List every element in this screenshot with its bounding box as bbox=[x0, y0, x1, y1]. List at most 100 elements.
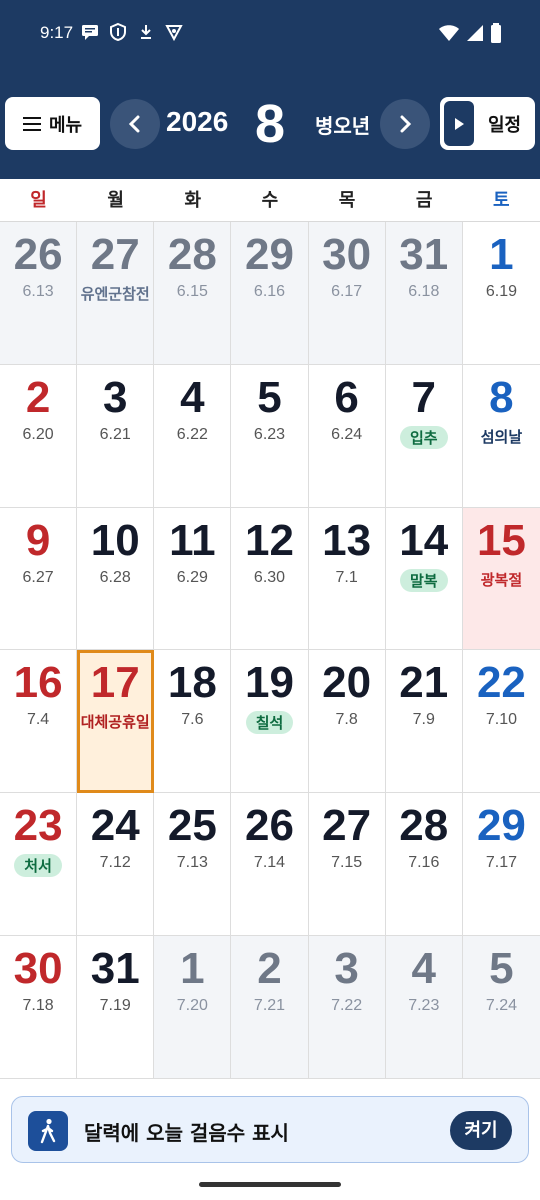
lunar-date: 6.17 bbox=[331, 283, 363, 300]
lunar-date: 7.1 bbox=[335, 568, 358, 586]
weekday-thu: 목 bbox=[338, 190, 356, 211]
prev-month-button[interactable] bbox=[110, 99, 160, 149]
day-cell[interactable]: 18 7.6 bbox=[154, 650, 232, 794]
lunar-date: 7.24 bbox=[485, 997, 517, 1015]
lunar-date: 7.21 bbox=[253, 997, 286, 1015]
schedule-toggle-button[interactable]: 일정 bbox=[440, 97, 535, 150]
day-number: 27 bbox=[90, 230, 140, 279]
day-cell[interactable]: 29 7.17 bbox=[462, 793, 540, 937]
lunar-date: 7.18 bbox=[22, 997, 54, 1015]
day-number: 19 bbox=[245, 658, 294, 708]
day-number: 18 bbox=[167, 658, 217, 708]
day-cell[interactable]: 28 7.16 bbox=[385, 793, 463, 937]
day-cell[interactable]: 27 유엔군참전 bbox=[77, 222, 155, 365]
day-cell[interactable]: 6 6.24 bbox=[308, 364, 386, 508]
day-cell[interactable]: 3 7.22 bbox=[308, 936, 386, 1079]
day-cell[interactable]: 22 7.10 bbox=[462, 650, 540, 794]
day-cell[interactable]: 21 7.9 bbox=[385, 650, 463, 794]
ganji-label: 병오년 bbox=[315, 114, 371, 138]
lunar-date: 6.15 bbox=[176, 283, 208, 300]
menu-label: 메뉴 bbox=[48, 114, 83, 136]
weekday-sat: 토 bbox=[493, 190, 510, 211]
day-cell[interactable]: 26 7.14 bbox=[231, 793, 309, 937]
day-cell[interactable]: 8 섬의날 bbox=[462, 365, 540, 508]
day-number: 26 bbox=[245, 801, 294, 851]
day-cell[interactable]: 3 6.21 bbox=[77, 364, 155, 508]
day-cell[interactable]: 1 6.19 bbox=[462, 222, 540, 365]
day-cell[interactable]: 11 6.29 bbox=[154, 507, 232, 651]
vpn-icon bbox=[164, 22, 184, 42]
day-cell[interactable]: 27 7.15 bbox=[308, 793, 386, 937]
day-cell[interactable]: 23 처서 bbox=[0, 793, 78, 937]
day-cell[interactable]: 9 6.27 bbox=[0, 507, 78, 651]
day-number: 30 bbox=[13, 944, 63, 994]
day-cell-today[interactable]: 17 대체공휴일 bbox=[77, 650, 155, 794]
day-number: 13 bbox=[322, 515, 372, 565]
next-month-button[interactable] bbox=[380, 99, 430, 149]
day-number: 17 bbox=[90, 658, 140, 708]
day-cell[interactable]: 2 6.20 bbox=[0, 364, 78, 508]
lunar-date: 6.19 bbox=[485, 283, 517, 300]
lunar-date: 6.22 bbox=[176, 425, 208, 443]
day-number: 9 bbox=[25, 515, 51, 565]
lunar-date: 6.27 bbox=[22, 568, 54, 586]
day-note: 유엔군참전 bbox=[80, 285, 150, 303]
day-cell[interactable]: 20 7.8 bbox=[308, 650, 386, 794]
schedule-label: 일정 bbox=[488, 115, 522, 136]
day-cell[interactable]: 25 7.13 bbox=[154, 793, 232, 937]
battery-icon bbox=[490, 23, 502, 47]
calendar-grid: 26 6.13 27 유엔군참전 28 6.15 29 6.16 30 6.17 31 6.… bbox=[0, 222, 540, 1079]
lunar-date: 6.23 bbox=[253, 425, 286, 443]
lunar-date: 7.15 bbox=[331, 854, 363, 872]
day-number: 25 bbox=[167, 801, 217, 851]
day-cell[interactable]: 30 7.18 bbox=[0, 936, 78, 1079]
day-cell[interactable]: 19 칠석 bbox=[231, 650, 309, 794]
day-cell[interactable]: 24 7.12 bbox=[77, 793, 155, 937]
day-cell[interactable]: 7 입추 bbox=[385, 364, 463, 508]
app-header: 9:17 메뉴 2026 8 병오년 일정 bbox=[0, 0, 540, 179]
day-cell[interactable]: 1 7.20 bbox=[154, 936, 232, 1079]
day-number: 20 bbox=[322, 658, 372, 708]
day-cell[interactable]: 4 7.23 bbox=[385, 936, 463, 1079]
day-cell[interactable]: 26 6.13 bbox=[0, 222, 78, 365]
day-cell[interactable]: 5 6.23 bbox=[231, 364, 309, 508]
solar-term-badge: 칠석 bbox=[245, 711, 294, 735]
lunar-date: 7.6 bbox=[181, 711, 204, 729]
status-bar: 9:17 bbox=[0, 0, 540, 68]
day-cell[interactable]: 28 6.15 bbox=[154, 222, 232, 365]
lunar-date: 7.13 bbox=[176, 854, 208, 872]
lunar-date: 6.24 bbox=[331, 425, 363, 443]
day-number: 10 bbox=[90, 515, 140, 565]
day-number: 21 bbox=[399, 658, 449, 708]
play-icon bbox=[444, 101, 474, 146]
day-cell[interactable]: 16 7.4 bbox=[0, 650, 78, 794]
day-number: 4 bbox=[180, 372, 205, 422]
solar-term-badge: 처서 bbox=[14, 854, 62, 878]
weekday-wed: 수 bbox=[261, 190, 279, 211]
day-cell[interactable]: 29 6.16 bbox=[231, 222, 309, 365]
wifi-icon bbox=[438, 24, 460, 46]
menu-button[interactable]: 메뉴 bbox=[5, 97, 100, 150]
day-cell[interactable]: 14 말복 bbox=[385, 507, 463, 651]
day-cell[interactable]: 31 6.18 bbox=[385, 222, 463, 365]
day-cell[interactable]: 4 6.22 bbox=[154, 364, 232, 508]
holiday-note: 광복절 bbox=[480, 570, 523, 589]
lunar-date: 6.30 bbox=[253, 568, 286, 586]
day-number: 16 bbox=[13, 658, 63, 708]
day-cell[interactable]: 12 6.30 bbox=[231, 507, 309, 651]
day-cell[interactable]: 10 6.28 bbox=[77, 507, 155, 651]
weekday-mon: 월 bbox=[107, 190, 124, 211]
day-number: 5 bbox=[257, 372, 282, 422]
solar-term-badge: 입추 bbox=[399, 425, 448, 449]
day-cell[interactable]: 2 7.21 bbox=[231, 936, 309, 1079]
day-cell[interactable]: 15 광복절 bbox=[462, 507, 540, 651]
day-cell[interactable]: 30 6.17 bbox=[308, 222, 386, 365]
day-cell[interactable]: 13 7.1 bbox=[308, 507, 386, 651]
home-indicator[interactable] bbox=[199, 1182, 341, 1187]
chevron-right-icon bbox=[400, 115, 412, 133]
enable-button[interactable]: 켜기 bbox=[450, 1111, 512, 1150]
day-number: 6 bbox=[334, 372, 359, 422]
lunar-date: 7.9 bbox=[412, 711, 435, 729]
day-cell[interactable]: 31 7.19 bbox=[77, 936, 155, 1079]
day-cell[interactable]: 5 7.24 bbox=[462, 936, 540, 1079]
